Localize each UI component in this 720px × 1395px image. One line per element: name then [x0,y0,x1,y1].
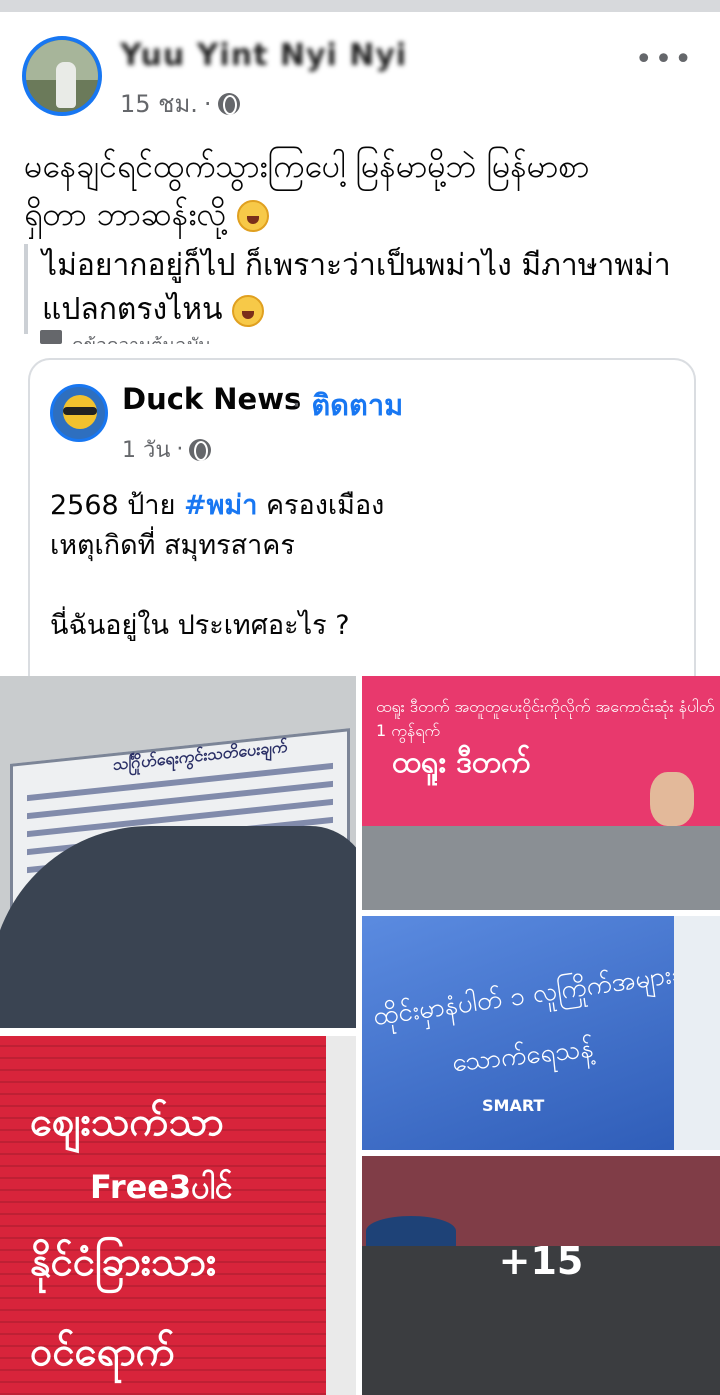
top-status-strip [0,0,720,12]
shared-text-line: 2568 ป้าย #พม่า ครองเมือง [50,490,385,521]
page-avatar[interactable] [50,384,108,442]
translation-line: ไม่อยากอยู่ก็ไป ก็เพราะว่าเป็นพม่าไง มีภ… [42,248,671,283]
shared-post-text: 2568 ป้าย #พม่า ครองเมือง เหตุเกิดที่ สม… [50,486,670,646]
hashtag-link[interactable]: #พม่า [184,490,257,521]
post-text-line: မနေချင်ရင်ထွက်သွားကြပေါ့ မြန်မာမို့ဘဲ မြ… [24,147,590,185]
shared-post-time[interactable]: 1 วัน [122,432,170,467]
photo-blue-water-banner[interactable]: ထိုင်းမှာနံပါတ် ၁ လူကြိုက်အများဆုံး သောက… [362,916,720,1150]
post-text-line: ရှိတာ ဘာဆန်းလို့ [24,190,704,238]
post-text: မနေချင်ရင်ထွက်သွားကြပေါ့ မြန်မာမို့ဘဲ မြ… [24,142,704,238]
shared-post-meta: 1 วัน · [122,432,212,467]
translate-icon [40,330,62,344]
shared-post-card[interactable]: Duck News · ติดตาม 1 วัน · 2568 ป้าย #พม… [28,358,696,678]
more-options-icon[interactable]: ••• [635,42,694,77]
globe-icon[interactable] [189,438,212,461]
photo-street-more[interactable]: +15 [362,1156,720,1395]
translation-block: ไม่อยากอยู่ก็ไป ก็เพราะว่าเป็นพม่าไง มีภ… [24,244,684,334]
post-time[interactable]: 15 ชม. [120,84,198,123]
post-meta: 15 ชม. · [120,84,240,123]
laughing-emoji-icon [232,294,265,327]
more-photos-count[interactable]: +15 [362,1156,720,1395]
globe-icon[interactable] [217,92,240,115]
translation-line: แปลกตรงไหน [42,288,684,332]
see-original-link[interactable]: ดูข้อความต้นฉบับ [40,330,210,344]
shared-text-line: เหตุเกิดที่ สมุทรสาคร [50,530,295,561]
author-name[interactable]: Yuu Yint Nyi Nyi [120,38,407,73]
photo-pink-shop-sign[interactable]: ထရူး ဒီတက် အတူတူပေးဝိုင်းကိုလိုက် အကောင်… [362,676,720,910]
post-header: Yuu Yint Nyi Nyi 15 ชม. · ••• [22,36,702,122]
page-name[interactable]: Duck News [122,382,301,416]
laughing-emoji-icon [236,200,269,232]
shared-text-line: นี่ฉันอยู่ใน ประเทศอะไร ? [50,610,350,641]
author-avatar[interactable] [22,36,102,116]
person-face [650,772,694,826]
meta-separator: · [203,89,212,118]
follow-button[interactable]: · ติดตาม [292,382,403,428]
photo-temple-sign[interactable]: သင်္ဂြိုဟ်ရေးကွင်းသတိပေးချက် [0,676,356,1028]
photo-red-shutter[interactable]: စျေးသက်သာ Free3ပါင် နိုင်ငံခြားသား ဝင်ရေ… [0,1036,356,1395]
